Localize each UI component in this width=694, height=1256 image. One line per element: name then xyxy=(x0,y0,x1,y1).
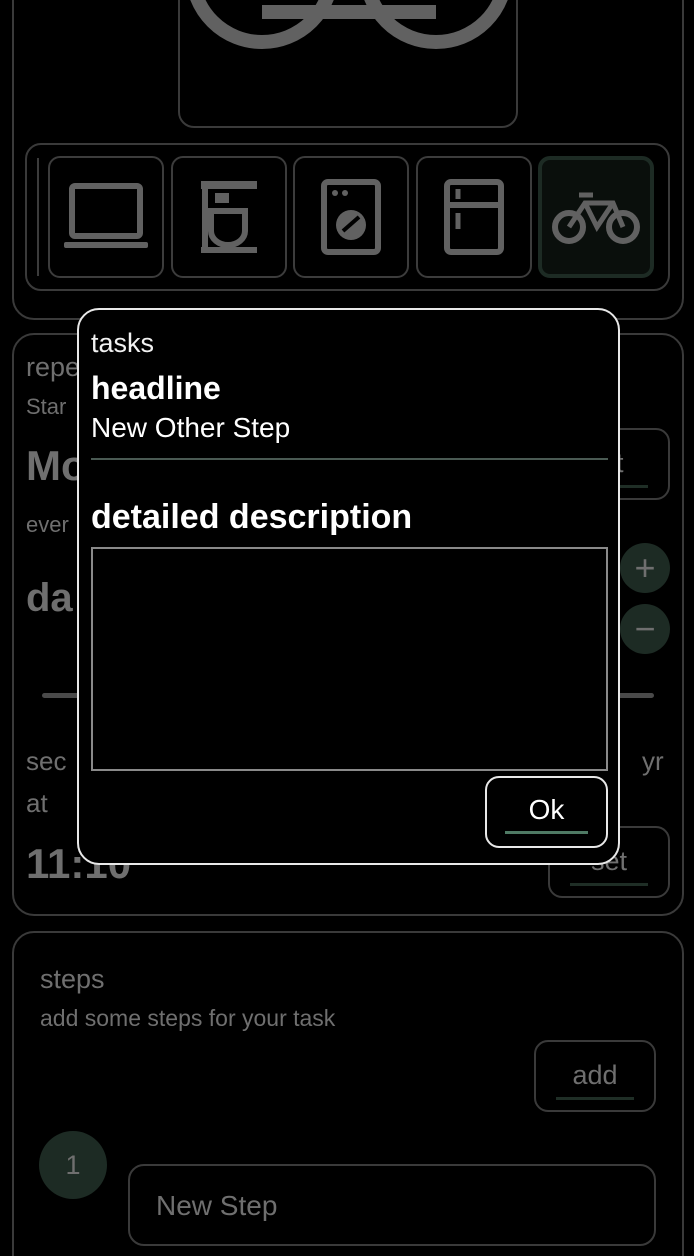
picker-scroll-edge xyxy=(37,158,43,276)
repeat-title: repe xyxy=(26,352,81,382)
bicycle-icon xyxy=(552,192,640,244)
minus-icon: − xyxy=(634,608,656,649)
appliance-coffee-machine[interactable] xyxy=(171,156,287,278)
add-step-button[interactable]: add xyxy=(534,1040,656,1112)
plus-icon: + xyxy=(634,547,656,588)
washing-machine-icon xyxy=(321,179,381,255)
ok-button-underline xyxy=(505,831,588,834)
repeat-unit-value: da xyxy=(26,576,73,620)
appliance-preview xyxy=(178,0,518,128)
appliance-laptop[interactable] xyxy=(48,156,164,278)
step-number: 1 xyxy=(65,1149,81,1180)
appliance-fridge[interactable] xyxy=(416,156,532,278)
slider-max-label: yr xyxy=(642,746,664,776)
description-textarea[interactable] xyxy=(91,547,608,771)
slider-min-label: sec xyxy=(26,746,67,776)
headline-title: headline xyxy=(91,370,221,406)
increase-button[interactable]: + xyxy=(620,543,670,593)
time-at-label: at xyxy=(26,788,48,818)
ok-button-label: Ok xyxy=(528,794,565,825)
description-title: detailed description xyxy=(91,498,413,536)
add-step-button-label: add xyxy=(572,1060,618,1090)
repeat-every-label: ever xyxy=(26,512,69,537)
steps-title: steps xyxy=(40,964,105,994)
headline-input[interactable]: New Other Step xyxy=(91,412,608,460)
repeat-start-label: Star xyxy=(26,394,67,419)
ok-button[interactable]: Ok xyxy=(485,776,608,848)
fridge-icon xyxy=(444,179,504,255)
decrease-button[interactable]: − xyxy=(620,604,670,654)
set-time-button-underline xyxy=(570,883,648,886)
headline-input-value: New Other Step xyxy=(91,412,291,443)
add-step-button-underline xyxy=(556,1097,634,1100)
dialog-label: tasks xyxy=(91,328,155,358)
bicycle-preview-icon xyxy=(190,0,508,49)
laptop-icon xyxy=(64,183,148,248)
steps-subtitle: add some steps for your task xyxy=(40,1005,336,1031)
appliance-bicycle[interactable] xyxy=(538,156,654,278)
step-number-badge: 1 xyxy=(39,1131,107,1199)
coffee-machine-icon xyxy=(201,181,257,253)
appliance-washing-machine[interactable] xyxy=(293,156,409,278)
step-input-placeholder: New Step xyxy=(156,1190,278,1221)
task-step-dialog: tasks headline New Other Step detailed d… xyxy=(77,308,620,865)
step-input[interactable]: New Step xyxy=(128,1164,656,1246)
